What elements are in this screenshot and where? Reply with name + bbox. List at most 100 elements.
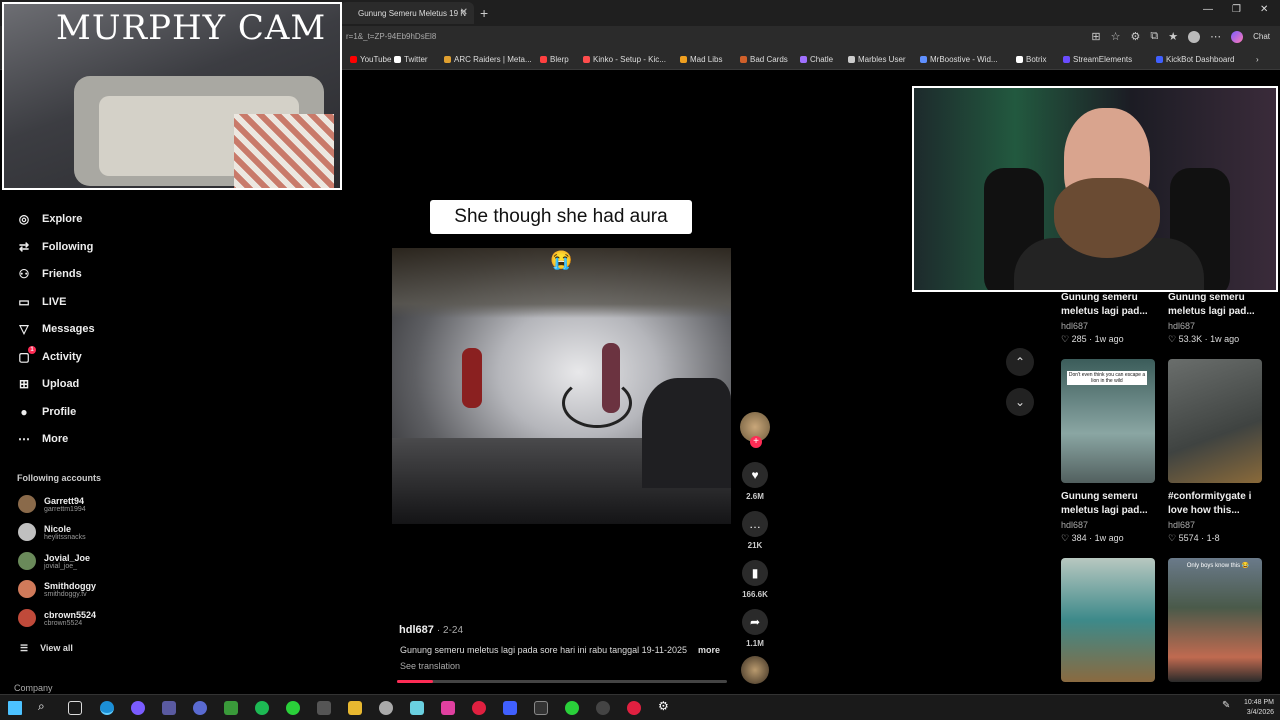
- following-account[interactable]: cbrown5524 cbrown5524: [18, 609, 96, 627]
- following-account[interactable]: Smithdoggy smithdoggy.tv: [18, 580, 96, 598]
- app-icon-11[interactable]: [503, 701, 517, 715]
- nav-item-friends[interactable]: ⚇ Friends: [16, 267, 82, 281]
- nav-item-following[interactable]: ⇄ Following: [16, 240, 93, 254]
- video-thumbnail[interactable]: [1168, 359, 1262, 483]
- browser-tab[interactable]: Gunung Semeru Meletus 19 N ✕: [340, 2, 474, 24]
- music-disc-icon[interactable]: [741, 656, 769, 684]
- card-title[interactable]: Gunung semeru meletus lagi pad...: [1061, 291, 1161, 319]
- bookmark-item[interactable]: YouTube: [350, 55, 391, 64]
- nav-item-activity[interactable]: ▢ 1 Activity: [16, 346, 82, 364]
- app-icon-6[interactable]: [317, 701, 331, 715]
- bookmark-item[interactable]: Kinko - Setup - Kic...: [583, 55, 666, 64]
- card-user[interactable]: hdl687: [1168, 520, 1195, 530]
- app-icon-5[interactable]: [286, 701, 300, 715]
- comment-action[interactable]: … 21K: [740, 511, 770, 550]
- close-window-icon[interactable]: ✕: [1260, 4, 1268, 15]
- app-icon-7[interactable]: [379, 701, 393, 715]
- bookmark-item[interactable]: ARC Raiders | Meta...: [444, 55, 532, 64]
- card-user[interactable]: hdl687: [1061, 520, 1088, 530]
- following-account[interactable]: Jovial_Joe jovial_joe_: [18, 552, 90, 570]
- menu-icon[interactable]: ⋯: [1210, 30, 1221, 43]
- bookmark-item[interactable]: StreamElements: [1063, 55, 1132, 64]
- video-player[interactable]: [392, 248, 731, 524]
- share-action[interactable]: ➦ 1.1M: [740, 609, 770, 648]
- app-icon-13[interactable]: [565, 701, 579, 715]
- video-thumbnail[interactable]: Don't even think you can escape a lion i…: [1061, 359, 1155, 483]
- bookmark-item[interactable]: Bad Cards: [740, 55, 788, 64]
- app-icon-14[interactable]: [596, 701, 610, 715]
- nav-item-upload[interactable]: ⊞ Upload: [16, 377, 79, 391]
- task-view-icon[interactable]: [68, 701, 82, 715]
- nav-item-live[interactable]: ▭ LIVE: [16, 295, 66, 309]
- nav-item-more[interactable]: ⋯ More: [16, 432, 68, 446]
- file-explorer-icon[interactable]: [348, 701, 362, 715]
- new-tab-icon[interactable]: +: [480, 5, 488, 21]
- video-thumbnail[interactable]: [1061, 558, 1155, 682]
- app-icon-1[interactable]: [131, 701, 145, 715]
- chat-button[interactable]: Chat: [1253, 32, 1270, 41]
- bookmarks-overflow-icon[interactable]: ›: [1256, 55, 1259, 64]
- apps-icon[interactable]: ⊞: [1091, 30, 1100, 43]
- collections-icon[interactable]: ⧉: [1150, 30, 1158, 43]
- avatar: [18, 552, 36, 570]
- tab-close-icon[interactable]: ✕: [460, 7, 468, 18]
- like-action[interactable]: ♥ 2.6M: [740, 462, 770, 501]
- bookmark-item[interactable]: MrBoostive - Wid...: [920, 55, 998, 64]
- bookmark-item[interactable]: Marbles User: [848, 55, 906, 64]
- app-icon-15[interactable]: [627, 701, 641, 715]
- nav-item-explore[interactable]: ◎ Explore: [16, 212, 83, 226]
- app-icon-10[interactable]: [472, 701, 486, 715]
- favorites-bar-icon[interactable]: ★: [1168, 30, 1178, 43]
- nav-item-profile[interactable]: ● Profile: [16, 405, 76, 419]
- account-name: Garrett94: [44, 495, 85, 506]
- system-clock[interactable]: 10:48 PM 3/4/2026: [1244, 698, 1274, 718]
- bookmark-item[interactable]: KickBot Dashboard: [1156, 55, 1234, 64]
- next-video-button[interactable]: ⌄: [1006, 388, 1034, 416]
- save-action[interactable]: ▮ 166.6K: [740, 560, 770, 599]
- extensions-icon[interactable]: ⚙: [1130, 30, 1140, 43]
- bookmark-item[interactable]: Twitter: [394, 55, 428, 64]
- video-author[interactable]: hdl687 · 2-24: [399, 624, 463, 636]
- bookmark-item[interactable]: Botrix: [1016, 55, 1046, 64]
- app-icon-2[interactable]: [162, 701, 176, 715]
- profile-avatar-icon[interactable]: [1188, 30, 1201, 43]
- follow-plus-icon[interactable]: +: [750, 436, 762, 448]
- app-icon-8[interactable]: [410, 701, 424, 715]
- bookmark-item[interactable]: Chatle: [800, 55, 833, 64]
- minimize-icon[interactable]: —: [1203, 4, 1213, 15]
- following-account[interactable]: Nicole heylitssnacks: [18, 523, 86, 541]
- app-icon-3[interactable]: [193, 701, 207, 715]
- pen-icon[interactable]: ✎: [1222, 700, 1236, 714]
- search-icon[interactable]: ⌕: [38, 699, 52, 713]
- windows-start-icon[interactable]: [8, 701, 22, 715]
- favorite-icon[interactable]: ☆: [1111, 30, 1121, 43]
- card-title[interactable]: #conformitygate i love how this...: [1168, 490, 1268, 518]
- card-user[interactable]: hdl687: [1061, 321, 1088, 331]
- bookmark-item[interactable]: Blerp: [540, 55, 569, 64]
- card-title[interactable]: Gunung semeru meletus lagi pad...: [1168, 291, 1268, 319]
- following-account[interactable]: Garrett94 garrettm1994: [18, 495, 86, 513]
- edge-browser-icon[interactable]: [100, 701, 114, 715]
- copilot-icon[interactable]: [1231, 30, 1244, 43]
- nav-item-messages[interactable]: ▽ Messages: [16, 322, 94, 336]
- spotify-icon[interactable]: [255, 701, 269, 715]
- app-icon-12[interactable]: [534, 701, 548, 715]
- restore-icon[interactable]: ❐: [1232, 4, 1241, 15]
- card-user[interactable]: hdl687: [1168, 321, 1195, 331]
- company-link[interactable]: Company: [14, 683, 53, 693]
- app-icon-4[interactable]: [224, 701, 238, 715]
- settings-gear-icon[interactable]: ⚙: [658, 699, 672, 713]
- video-progress-bar[interactable]: [397, 680, 727, 683]
- more-button[interactable]: more: [698, 645, 720, 655]
- video-thumbnail[interactable]: Only boys know this 😂: [1168, 558, 1262, 682]
- previous-video-button[interactable]: ⌃: [1006, 348, 1034, 376]
- bookmark-label: MrBoostive - Wid...: [930, 55, 998, 64]
- card-title[interactable]: Gunung semeru meletus lagi pad...: [1061, 490, 1161, 518]
- bookmark-favicon-icon: [800, 56, 807, 63]
- url-field[interactable]: r=1&_t=ZP-94Eb9hDsEl8: [346, 32, 436, 41]
- app-icon-9[interactable]: [441, 701, 455, 715]
- card-likes: 384: [1071, 533, 1087, 543]
- bookmark-item[interactable]: Mad Libs: [680, 55, 722, 64]
- view-all-button[interactable]: ☰ View all: [20, 643, 73, 654]
- see-translation-link[interactable]: See translation: [400, 661, 460, 671]
